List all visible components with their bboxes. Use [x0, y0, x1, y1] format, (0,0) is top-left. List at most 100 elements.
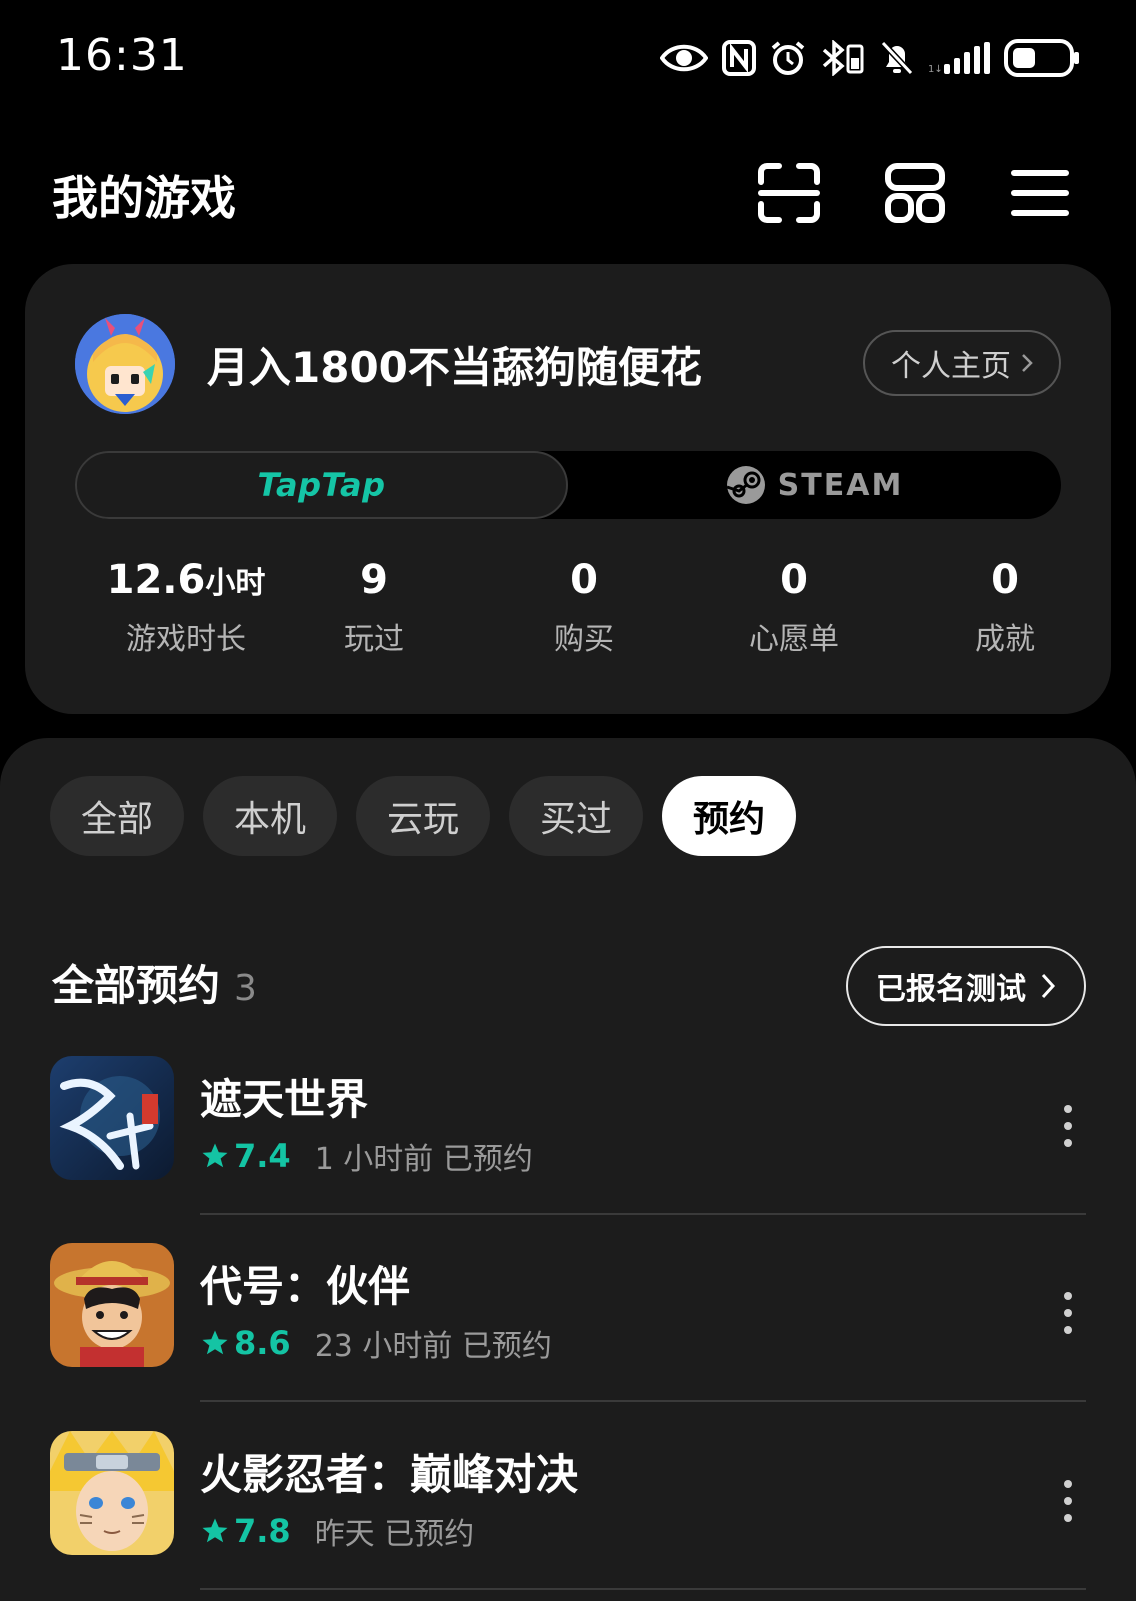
game-list-item[interactable]: 代号：伙伴 8.6 23 小时前 已预约 [0, 1243, 1136, 1433]
status-time: 16:31 [56, 30, 188, 81]
stat-value: 0 [991, 557, 1019, 603]
header: 我的游戏 [0, 140, 1136, 240]
divider [200, 1213, 1086, 1215]
game-meta: 8.6 23 小时前 已预约 [200, 1321, 552, 1365]
dot [1064, 1497, 1072, 1505]
taptap-logo: TapTap [257, 466, 386, 504]
rating-value: 8.6 [234, 1324, 291, 1362]
platform-tab-taptap[interactable]: TapTap [75, 451, 568, 519]
game-icon [50, 1056, 174, 1180]
dot [1064, 1514, 1072, 1522]
filter-chip-all[interactable]: 全部 [50, 776, 184, 856]
stat-playtime[interactable]: 12.6小时 游戏时长 [86, 554, 286, 658]
game-icon [50, 1243, 174, 1367]
stat-wishlist[interactable]: 0 心愿单 [694, 554, 894, 658]
game-icon [50, 1431, 174, 1555]
divider [200, 1400, 1086, 1402]
scan-icon [758, 163, 820, 223]
game-meta: 7.4 1 小时前 已预约 [200, 1134, 533, 1178]
layout-button[interactable] [880, 158, 950, 228]
more-options-button[interactable] [1048, 1096, 1088, 1156]
status-bar: 16:31 1↓ [0, 0, 1136, 120]
stat-achievements[interactable]: 0 成就 [905, 554, 1105, 658]
chevron-right-icon [1041, 973, 1056, 999]
dot [1064, 1292, 1072, 1300]
signal-icon: 1↓ [928, 42, 990, 75]
nfc-icon [722, 40, 756, 76]
battery-icon [1004, 39, 1079, 77]
scan-button[interactable] [754, 158, 824, 228]
stats-row: 12.6小时 游戏时长 9 玩过 0 购买 0 心愿单 0 成就 [25, 554, 1111, 664]
game-rating: 7.8 [200, 1512, 291, 1550]
stat-label: 成就 [975, 622, 1035, 657]
dot [1064, 1309, 1072, 1317]
signup-test-button[interactable]: 已报名测试 [846, 946, 1086, 1026]
bluetooth-battery-icon [822, 40, 864, 76]
layout-grid-icon [885, 163, 945, 223]
avatar[interactable] [75, 314, 175, 414]
steam-icon [726, 466, 765, 504]
filter-chip-reserved[interactable]: 预约 [662, 776, 796, 856]
star-icon [202, 1330, 228, 1355]
stat-value: 12.6 [106, 557, 206, 603]
dot [1064, 1122, 1072, 1130]
game-rating: 8.6 [200, 1324, 291, 1362]
star-icon [202, 1143, 228, 1168]
game-list-item[interactable]: 遮天世界 7.4 1 小时前 已预约 [0, 1056, 1136, 1246]
more-options-button[interactable] [1048, 1283, 1088, 1343]
dot [1064, 1139, 1072, 1147]
stat-value: 0 [570, 557, 598, 603]
username: 月入1800不当舔狗随便花 [207, 343, 702, 392]
filter-chip-bought[interactable]: 买过 [509, 776, 643, 856]
chevron-right-icon [1022, 354, 1033, 372]
reserve-info: 23 小时前 已预约 [314, 1329, 552, 1364]
game-list-panel: 全部 本机 云玩 买过 预约 全部预约 3 已报名测试 遮天世界 7.4 1 小… [0, 738, 1136, 1601]
menu-icon [1011, 170, 1069, 216]
dot [1064, 1105, 1072, 1113]
rating-value: 7.8 [234, 1512, 291, 1550]
reserve-info: 1 小时前 已预约 [314, 1142, 533, 1177]
platform-switch: TapTap STEAM [75, 451, 1061, 519]
rating-value: 7.4 [234, 1137, 291, 1175]
game-meta: 7.8 昨天 已预约 [200, 1509, 474, 1553]
filter-chips: 全部 本机 云玩 买过 预约 [50, 776, 796, 856]
eye-icon [660, 44, 708, 72]
stat-label: 心愿单 [749, 622, 839, 657]
status-icons: 1↓ [660, 36, 1080, 80]
stat-label: 玩过 [344, 622, 404, 657]
dot [1064, 1480, 1072, 1488]
game-list-item[interactable]: 火影忍者：巅峰对决 7.8 昨天 已预约 [0, 1431, 1136, 1601]
menu-button[interactable] [1005, 158, 1075, 228]
stat-label: 购买 [554, 622, 614, 657]
stat-value: 9 [360, 557, 388, 603]
more-options-button[interactable] [1048, 1471, 1088, 1531]
section-title: 全部预约 [52, 961, 221, 1010]
page-title: 我的游戏 [52, 171, 236, 225]
game-rating: 7.4 [200, 1137, 291, 1175]
profile-link-button[interactable]: 个人主页 [863, 330, 1061, 396]
star-icon [202, 1518, 228, 1543]
steam-label: STEAM [777, 467, 904, 503]
profile-card: 月入1800不当舔狗随便花 个人主页 TapTap STEAM 12.6小时 游… [25, 264, 1111, 714]
dot [1064, 1326, 1072, 1334]
game-name: 遮天世界 [200, 1075, 369, 1124]
alarm-icon [771, 41, 805, 75]
filter-chip-cloud[interactable]: 云玩 [356, 776, 490, 856]
stat-value: 0 [780, 557, 808, 603]
reserve-info: 昨天 已预约 [314, 1517, 475, 1552]
stat-label: 游戏时长 [126, 622, 246, 657]
stat-purchased[interactable]: 0 购买 [484, 554, 684, 658]
section-header: 全部预约 3 [52, 952, 257, 1013]
stat-played[interactable]: 9 玩过 [274, 554, 474, 658]
filter-chip-local[interactable]: 本机 [203, 776, 337, 856]
stat-unit: 小时 [205, 566, 266, 601]
mute-bell-icon [880, 40, 914, 76]
divider [200, 1588, 1086, 1590]
signup-test-label: 已报名测试 [876, 972, 1026, 1007]
profile-link-label: 个人主页 [891, 349, 1011, 384]
svg-text:1↓: 1↓ [928, 64, 943, 75]
game-name: 代号：伙伴 [200, 1262, 411, 1311]
platform-tab-steam[interactable]: STEAM [568, 451, 1061, 519]
game-name: 火影忍者：巅峰对决 [200, 1450, 579, 1499]
section-count: 3 [234, 968, 257, 1009]
